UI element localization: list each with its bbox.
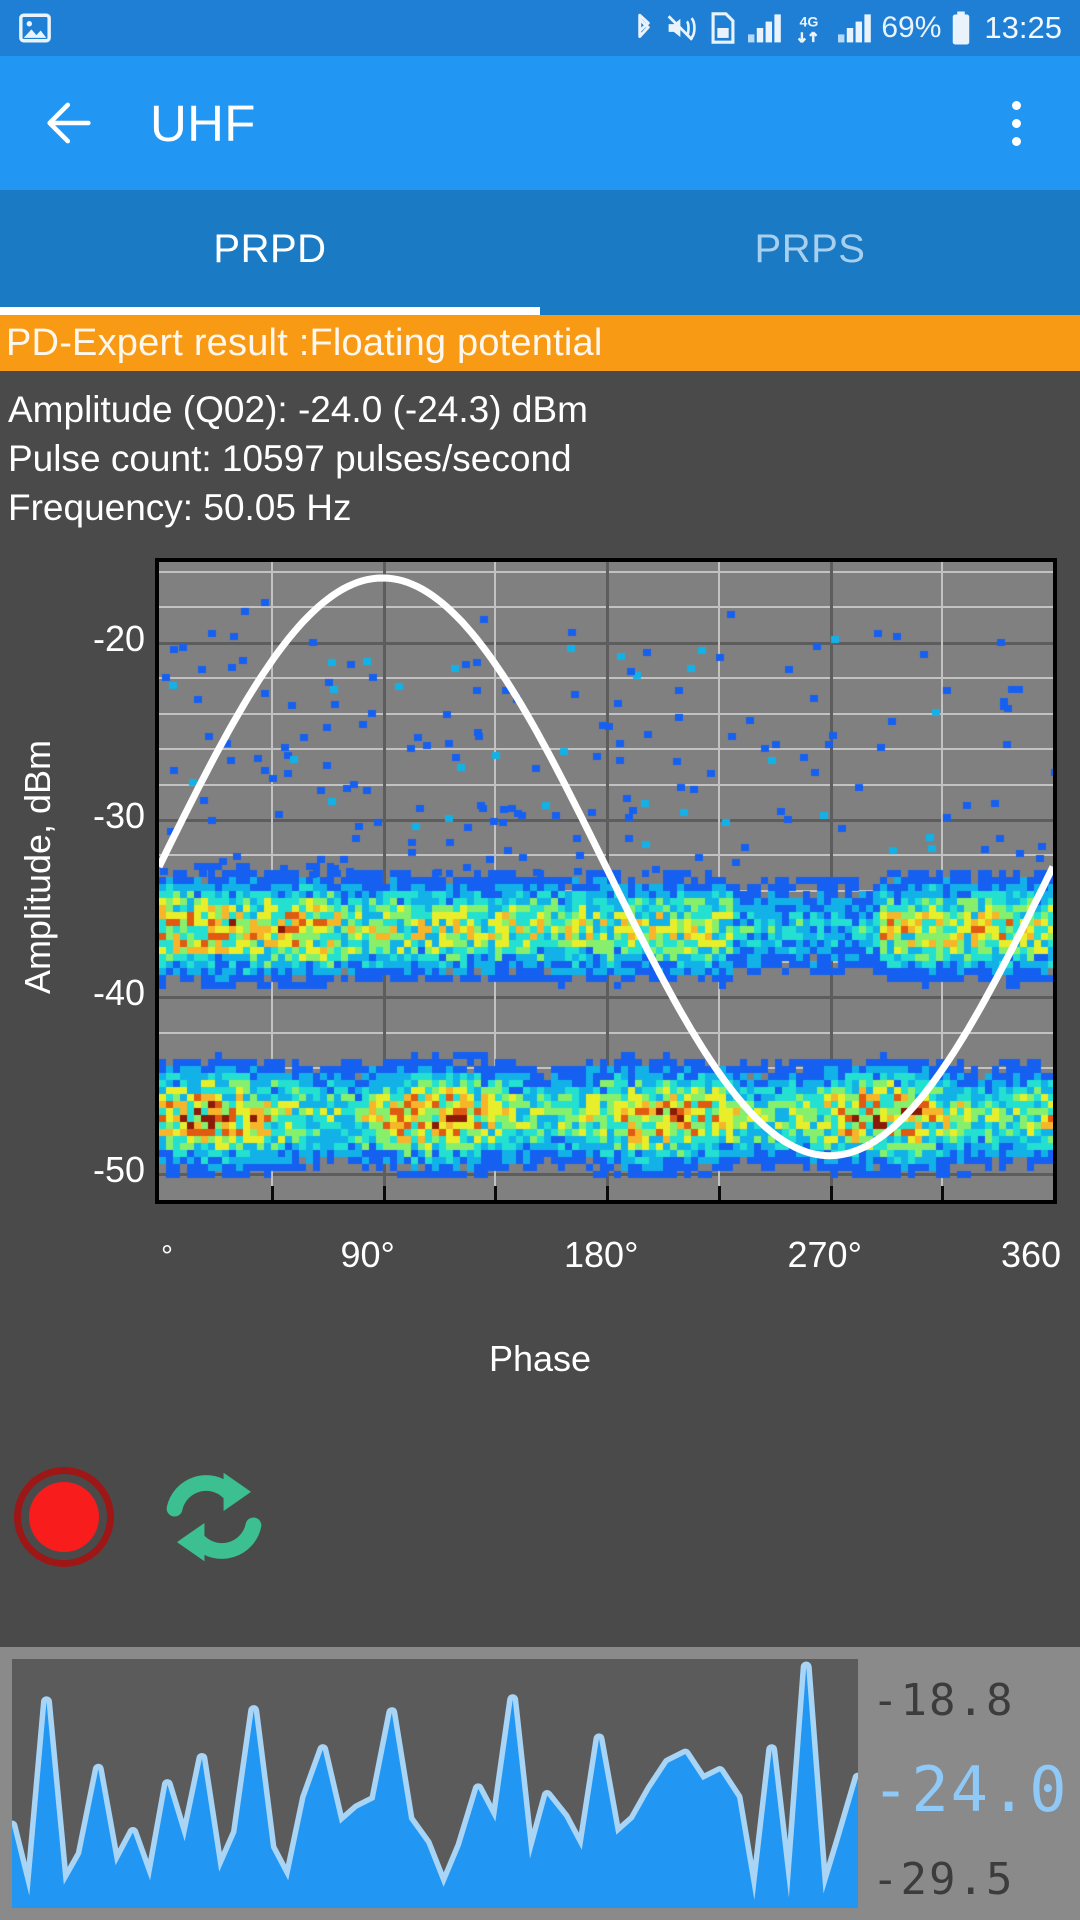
status-clock: 13:25 — [984, 10, 1062, 45]
status-bar: 4G 69% 13:25 — [0, 0, 1080, 56]
svg-text:4G: 4G — [800, 15, 819, 31]
battery-percent-label: 69% — [881, 11, 942, 44]
page-title: UHF — [150, 94, 256, 152]
mute-vibrate-icon — [666, 12, 700, 44]
4g-data-icon: 4G — [791, 11, 827, 45]
x-tick-label: 270° — [787, 1234, 862, 1275]
x-tick-mark — [494, 1186, 498, 1200]
y-tick-label: -50 — [92, 1149, 145, 1191]
x-tick-mark — [941, 1186, 945, 1200]
x-tick-mark — [382, 1186, 386, 1200]
x-tick-mark — [270, 1186, 274, 1200]
y-axis-label: Amplitude, dBm — [17, 739, 58, 995]
signal-bars-icon — [746, 12, 782, 44]
x-tick-label: 180° — [564, 1234, 639, 1275]
waveform-values: -18.8 -24.0 -29.5 — [858, 1647, 1080, 1920]
x-tick-label: 360 — [1001, 1234, 1062, 1275]
tab-active-indicator — [0, 307, 540, 315]
plot-area[interactable] — [155, 558, 1057, 1204]
y-tick-label: -20 — [92, 617, 145, 659]
pd-expert-result-banner: PD-Expert result :Floating potential — [0, 315, 1080, 371]
prpd-chart[interactable]: Amplitude, dBm -20 -30 -40 -50 ° 90° 180° 270°… — [0, 546, 1080, 1379]
tab-bar: PRPD PRPS — [0, 190, 1080, 315]
back-arrow-icon[interactable] — [40, 94, 98, 152]
waveform-max-value: -18.8 — [872, 1675, 1015, 1726]
pulse-count-line: Pulse count: 10597 pulses/second — [8, 438, 572, 479]
y-tick-label: -30 — [92, 794, 145, 836]
bluetooth-icon — [631, 11, 657, 45]
tab-prpd[interactable]: PRPD — [0, 190, 540, 315]
refresh-button[interactable] — [156, 1462, 272, 1572]
phase-reference-curve — [159, 574, 1053, 1160]
sim-card-icon — [709, 11, 737, 45]
x-tick-mark — [606, 1186, 609, 1200]
x-axis-label: Phase — [488, 1338, 592, 1379]
measurement-info: Amplitude (Q02): -24.0 (-24.3) dBm Pulse… — [0, 371, 1080, 532]
battery-icon — [950, 10, 972, 46]
y-tick-label: -40 — [92, 972, 145, 1014]
overflow-menu-icon[interactable] — [992, 94, 1040, 152]
waveform-panel: -18.8 -24.0 -29.5 — [0, 1647, 1080, 1920]
waveform-current-value: -24.0 — [872, 1753, 1069, 1826]
signal-bars-2-icon — [836, 12, 872, 44]
frequency-line: Frequency: 50.05 Hz — [8, 487, 352, 528]
image-icon — [18, 11, 52, 45]
x-tick-label: ° — [161, 1240, 173, 1273]
record-button[interactable] — [14, 1467, 114, 1567]
pd-expert-result-text: PD-Expert result :Floating potential — [6, 321, 603, 364]
amplitude-line: Amplitude (Q02): -24.0 (-24.3) dBm — [8, 389, 588, 430]
waveform-svg — [12, 1661, 858, 1908]
control-bar — [0, 1422, 1080, 1612]
waveform-chart[interactable] — [12, 1659, 858, 1908]
app-bar: UHF — [0, 56, 1080, 190]
waveform-min-value: -29.5 — [872, 1854, 1015, 1905]
x-tick-mark — [717, 1186, 721, 1200]
x-tick-mark — [829, 1186, 833, 1200]
x-tick-label: 90° — [340, 1234, 395, 1275]
tab-prps[interactable]: PRPS — [540, 190, 1080, 315]
